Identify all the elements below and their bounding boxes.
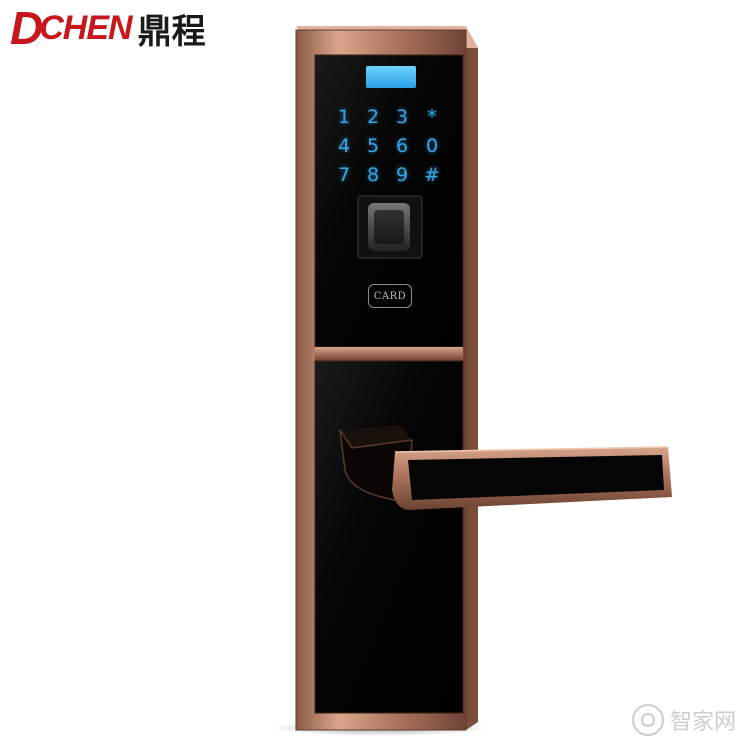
key-3[interactable]: 3 [391,106,413,128]
key-hash[interactable]: # [421,164,443,186]
watermark: 智家网 [631,704,736,736]
key-star[interactable]: * [421,106,443,128]
lcd-display [366,66,416,88]
watermark-logo-icon [631,704,664,736]
key-9[interactable]: 9 [391,164,413,186]
key-7[interactable]: 7 [333,164,355,186]
key-2[interactable]: 2 [362,106,384,128]
key-4[interactable]: 4 [333,135,355,157]
card-reader-label[interactable]: CARD [368,284,412,308]
lower-glass-panel [314,360,464,714]
key-6[interactable]: 6 [391,135,413,157]
key-0[interactable]: 0 [421,135,443,157]
watermark-text: 智家网 [669,710,736,735]
key-8[interactable]: 8 [362,164,384,186]
key-1[interactable]: 1 [333,106,355,128]
key-5[interactable]: 5 [362,135,384,157]
